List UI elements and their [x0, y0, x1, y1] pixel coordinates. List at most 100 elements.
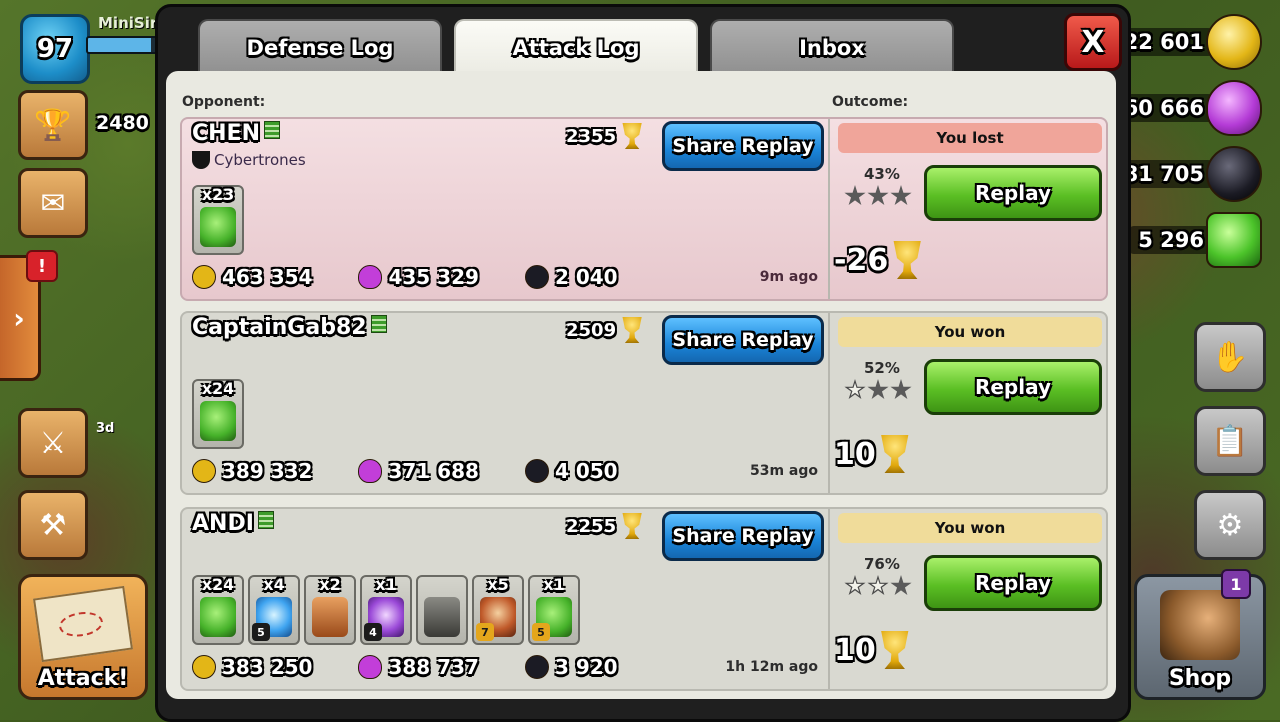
time-ago: 1h 12m ago — [725, 659, 818, 675]
star-icon — [844, 185, 866, 206]
opponent-name-text: CaptainGab82 — [192, 315, 367, 340]
troop-count: x4 — [263, 575, 285, 594]
shop-count-badge: 1 — [1221, 569, 1251, 599]
star-icon — [867, 185, 889, 206]
xp-bar — [86, 36, 160, 54]
shop-button[interactable]: 1 Shop — [1134, 569, 1266, 700]
replay-button[interactable]: Replay — [924, 165, 1102, 221]
opponent-trophies: 2355 — [566, 123, 644, 149]
rage-spell-icon — [312, 597, 348, 637]
trophy-change: 10 — [834, 631, 912, 669]
clan-badge-icon — [192, 151, 210, 169]
hand-icon: ✋ — [1211, 339, 1249, 375]
baby-dragon-icon — [200, 401, 236, 441]
troop-count: x1 — [375, 575, 397, 594]
loot-elixir-amount: 371 688 — [388, 459, 479, 483]
hammer-icon: ⚒ — [39, 507, 67, 543]
tab-inbox[interactable]: Inbox — [710, 19, 954, 75]
loot-gold: 389 332 — [192, 459, 312, 483]
star-rating — [844, 185, 913, 207]
star-rating — [844, 379, 913, 401]
gem-icon — [1206, 212, 1262, 268]
opponent-name-text: CHEN — [192, 121, 260, 146]
gold-coin-icon — [192, 459, 216, 483]
replay-button[interactable]: Replay — [924, 359, 1102, 415]
loot-elixir: 388 737 — [358, 655, 479, 679]
opponent-clan[interactable]: Cybertrones — [192, 151, 306, 169]
star-icon — [890, 379, 912, 400]
troop-slot-clan-castle — [416, 575, 468, 645]
elixir-drop-icon — [358, 459, 383, 483]
opponent-trophies: 2509 — [566, 317, 644, 343]
profile-list-icon[interactable] — [257, 511, 274, 529]
time-ago: 53m ago — [749, 463, 818, 479]
star-outline-icon — [867, 575, 889, 596]
troops-used: x24 — [192, 379, 248, 449]
replay-button[interactable]: Replay — [924, 555, 1102, 611]
loot-gold-amount: 383 250 — [222, 655, 313, 679]
outcome-header: Outcome: — [832, 94, 909, 110]
shop-label: Shop — [1168, 666, 1232, 691]
builder-button[interactable]: ⚒ — [18, 490, 88, 560]
move-buildings-button[interactable]: ✋ — [1194, 322, 1266, 392]
profile-list-icon[interactable] — [370, 315, 387, 333]
loot-dark-elixir-amount: 4 050 — [554, 459, 618, 483]
mail-button[interactable]: ✉ — [18, 168, 88, 238]
trophy-icon — [893, 241, 921, 279]
opponent-name[interactable]: CHEN — [192, 121, 280, 146]
dark-elixir-drop-icon — [524, 655, 549, 679]
loot-elixir-amount: 388 737 — [388, 655, 479, 679]
share-replay-button[interactable]: Share Replay — [662, 511, 824, 561]
opponent-name[interactable]: CaptainGab82 — [192, 315, 387, 340]
tab-label: Inbox — [799, 36, 865, 60]
clipboard-icon: 📋 — [1211, 423, 1249, 459]
outcome-banner: You won — [838, 317, 1102, 347]
tab-attack-log[interactable]: Attack Log — [454, 19, 698, 75]
elixir-drop-icon — [358, 655, 383, 679]
troop-count: x1 — [543, 575, 565, 594]
dark-elixir-drop-icon — [524, 459, 549, 483]
share-replay-button[interactable]: Share Replay — [662, 121, 824, 171]
opponent-header: Opponent: — [182, 94, 266, 110]
opponent-trophies: 2255 — [566, 513, 644, 539]
share-replay-button[interactable]: Share Replay — [662, 315, 824, 365]
tab-label: Defense Log — [246, 36, 394, 60]
crossed-swords-icon: ⚔ — [39, 425, 67, 461]
settings-button[interactable]: ⚙ — [1194, 490, 1266, 560]
alert-badge: ! — [26, 250, 58, 282]
profile-list-icon[interactable] — [264, 121, 280, 139]
troop-slot-baby-dragon: x24 — [192, 379, 244, 449]
dark-elixir-drop-icon — [1206, 146, 1262, 202]
troop-count: x24 — [201, 575, 235, 594]
troop-count: x5 — [487, 575, 509, 594]
star-rating — [844, 575, 913, 597]
league-button[interactable]: 🏆 — [18, 90, 88, 160]
attack-log-panel: Opponent: Outcome: CHEN Cybertrones 2355… — [166, 71, 1116, 699]
attack-label: Attack! — [37, 666, 129, 691]
troop-level: 5 — [252, 623, 270, 641]
troop-slot-lightning-spell: x4 5 — [248, 575, 300, 645]
star-icon — [890, 185, 912, 206]
troop-count: x24 — [201, 379, 235, 398]
column-divider — [828, 119, 830, 299]
tab-defense-log[interactable]: Defense Log — [198, 19, 442, 75]
opponent-trophy-count: 2509 — [566, 319, 617, 341]
elixir-drop-icon — [358, 265, 383, 289]
shop-barbarian-icon — [1160, 590, 1240, 660]
clan-war-button[interactable]: ⚔ — [18, 408, 88, 478]
close-button[interactable]: X — [1064, 13, 1122, 71]
opponent-name-text: ANDI — [192, 511, 254, 536]
attack-log-entry: CHEN Cybertrones 2355 Share Replay x23 4… — [180, 117, 1108, 301]
attack-button[interactable]: Attack! — [18, 574, 148, 700]
trophy-change: 10 — [834, 435, 912, 473]
loot-dark-elixir: 4 050 — [524, 459, 618, 483]
tasks-button[interactable]: 📋 — [1194, 406, 1266, 476]
loot-elixir: 371 688 — [358, 459, 479, 483]
gold-coin-icon — [1206, 14, 1262, 70]
troop-slot-baby-dragon: x1 5 — [528, 575, 580, 645]
baby-dragon-icon — [200, 597, 236, 637]
opponent-name[interactable]: ANDI — [192, 511, 274, 536]
destruction-percent: 43% — [864, 165, 900, 183]
baby-dragon-icon — [200, 207, 236, 247]
player-level-badge[interactable]: 97 — [20, 14, 90, 84]
